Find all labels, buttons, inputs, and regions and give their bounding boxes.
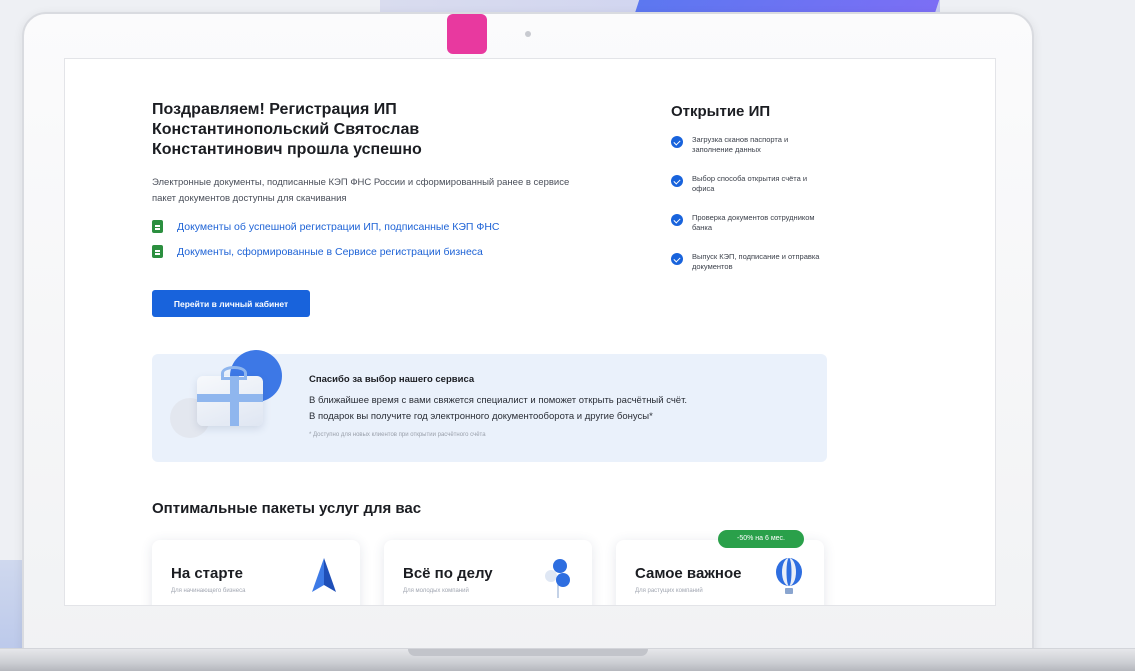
thanks-line: В подарок вы получите год электронного д… xyxy=(309,411,653,422)
link-label: Документы, сформированные в Сервисе реги… xyxy=(177,245,483,258)
discount-badge: -50% на 6 мес. xyxy=(718,530,804,548)
plan-subtitle: Для растущих компаний xyxy=(635,588,703,594)
balloons-icon xyxy=(545,559,570,598)
plan-card-important[interactable]: Самое важное Для растущих компаний xyxy=(616,540,824,605)
plan-name: На старте xyxy=(171,565,244,582)
plan-card-start[interactable]: На старте Для начинающего бизнеса xyxy=(152,540,360,605)
step-item: Выпуск КЭП, подписание и отправка докуме… xyxy=(671,252,841,272)
document-icon xyxy=(152,245,163,258)
plan-subtitle: Для молодых компаний xyxy=(403,588,469,594)
thanks-text: Спасибо за выбор нашего сервиса В ближай… xyxy=(309,374,809,438)
step-label: Выбор способа открытия счёта и офиса xyxy=(692,174,808,193)
hot-air-balloon-icon xyxy=(776,558,802,594)
laptop-base xyxy=(0,648,1135,671)
steps-title: Открытие ИП xyxy=(671,103,771,120)
plan-name: Самое важное xyxy=(635,565,742,582)
step-label: Проверка документов сотрудником банка xyxy=(692,213,815,232)
link-label: Документы об успешной регистрации ИП, по… xyxy=(177,220,500,233)
gift-icon xyxy=(197,366,263,426)
registration-documents-link[interactable]: Документы об успешной регистрации ИП, по… xyxy=(152,220,622,233)
thanks-card: Спасибо за выбор нашего сервиса В ближай… xyxy=(152,350,827,462)
thanks-footnote: * Доступно для новых клиентов при открыт… xyxy=(309,432,486,438)
packages-title: Оптимальные пакеты услуг для вас xyxy=(152,500,422,517)
brand-accent-square xyxy=(447,14,487,54)
plan-card-business[interactable]: Всё по делу Для молодых компаний xyxy=(384,540,592,605)
check-circle-icon xyxy=(671,136,683,148)
check-circle-icon xyxy=(671,175,683,187)
laptop-screen: Поздравляем! Регистрация ИП Константиноп… xyxy=(64,58,996,606)
page-title: Поздравляем! Регистрация ИП Константиноп… xyxy=(152,101,422,158)
laptop-camera xyxy=(525,31,531,37)
step-item: Выбор способа открытия счёта и офиса xyxy=(671,174,841,194)
thanks-title: Спасибо за выбор нашего сервиса xyxy=(309,374,475,385)
laptop-notch xyxy=(408,649,648,656)
thanks-line: В ближайшее время с вами свяжется специа… xyxy=(309,395,688,406)
page-subtitle: Электронные документы, подписанные КЭП Ф… xyxy=(152,177,570,204)
plan-name: Всё по делу xyxy=(403,565,493,582)
go-to-account-button[interactable]: Перейти в личный кабинет xyxy=(152,290,310,317)
document-icon xyxy=(152,220,163,233)
check-circle-icon xyxy=(671,253,683,265)
plan-subtitle: Для начинающего бизнеса xyxy=(171,588,246,594)
business-service-documents-link[interactable]: Документы, сформированные в Сервисе реги… xyxy=(152,245,622,258)
check-circle-icon xyxy=(671,214,683,226)
paper-plane-icon xyxy=(312,558,336,592)
step-item: Проверка документов сотрудником банка xyxy=(671,213,841,233)
steps-list: Загрузка сканов паспорта и заполнение да… xyxy=(671,135,841,272)
thanks-body: В ближайшее время с вами свяжется специа… xyxy=(309,393,809,425)
step-item: Загрузка сканов паспорта и заполнение да… xyxy=(671,135,841,155)
ip-opening-steps: Открытие ИП Загрузка сканов паспорта и з… xyxy=(671,103,841,291)
step-label: Выпуск КЭП, подписание и отправка докуме… xyxy=(692,252,820,271)
registration-summary: Поздравляем! Регистрация ИП Константиноп… xyxy=(152,100,622,258)
step-label: Загрузка сканов паспорта и заполнение да… xyxy=(692,135,789,154)
